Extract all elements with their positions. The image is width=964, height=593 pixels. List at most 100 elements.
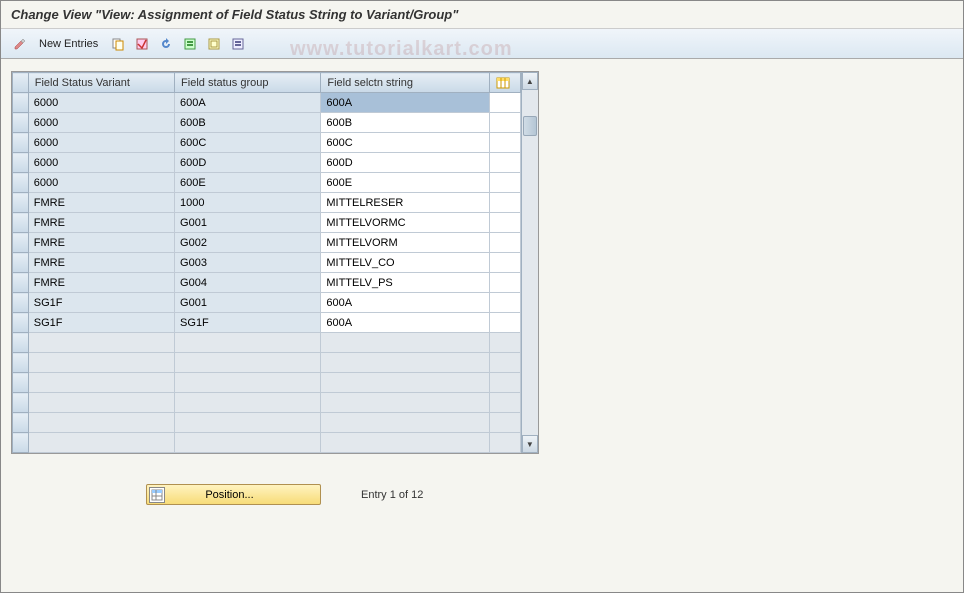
cell-group[interactable]: G003 xyxy=(175,253,321,273)
row-selector[interactable] xyxy=(13,313,29,333)
cell-empty[interactable] xyxy=(490,333,520,353)
copy-icon[interactable] xyxy=(108,34,128,54)
cell-string[interactable]: 600A xyxy=(321,93,490,113)
cell-empty[interactable] xyxy=(490,373,520,393)
cell-empty[interactable] xyxy=(321,373,490,393)
configure-columns-icon[interactable] xyxy=(490,73,520,93)
cell-empty[interactable] xyxy=(490,393,520,413)
row-selector[interactable] xyxy=(13,213,29,233)
grid-corner[interactable] xyxy=(13,73,29,93)
cell-empty[interactable] xyxy=(28,353,174,373)
cell-group[interactable]: G001 xyxy=(175,293,321,313)
cell-group[interactable]: G002 xyxy=(175,233,321,253)
cell-empty[interactable] xyxy=(175,333,321,353)
cell-string[interactable]: 600A xyxy=(321,293,490,313)
cell-string[interactable]: 600E xyxy=(321,173,490,193)
cell-variant[interactable]: SG1F xyxy=(28,293,174,313)
cell-string[interactable]: 600B xyxy=(321,113,490,133)
row-selector[interactable] xyxy=(13,353,29,373)
cell-variant[interactable]: 6000 xyxy=(28,133,174,153)
table-row-empty xyxy=(13,373,521,393)
toggle-display-change-icon[interactable] xyxy=(9,34,29,54)
cell-group[interactable]: G001 xyxy=(175,213,321,233)
row-selector[interactable] xyxy=(13,333,29,353)
cell-string[interactable]: 600D xyxy=(321,153,490,173)
cell-empty[interactable] xyxy=(28,413,174,433)
cell-group[interactable]: 600C xyxy=(175,133,321,153)
cell-variant[interactable]: 6000 xyxy=(28,113,174,133)
cell-empty[interactable] xyxy=(175,413,321,433)
row-selector[interactable] xyxy=(13,273,29,293)
new-entries-button[interactable]: New Entries xyxy=(33,36,104,52)
cell-group[interactable]: 600D xyxy=(175,153,321,173)
cell-empty[interactable] xyxy=(28,393,174,413)
row-selector[interactable] xyxy=(13,293,29,313)
cell-variant[interactable]: 6000 xyxy=(28,173,174,193)
cell-empty[interactable] xyxy=(175,433,321,453)
cell-empty[interactable] xyxy=(321,333,490,353)
vertical-scrollbar[interactable]: ▲ ▼ xyxy=(521,72,538,453)
scroll-thumb[interactable] xyxy=(523,116,537,136)
row-selector[interactable] xyxy=(13,133,29,153)
cell-group[interactable]: 600B xyxy=(175,113,321,133)
scroll-down-arrow[interactable]: ▼ xyxy=(522,435,538,453)
cell-variant[interactable]: 6000 xyxy=(28,153,174,173)
cell-group[interactable]: 600E xyxy=(175,173,321,193)
cell-variant[interactable]: FMRE xyxy=(28,273,174,293)
cell-group[interactable]: G004 xyxy=(175,273,321,293)
row-selector[interactable] xyxy=(13,373,29,393)
cell-group[interactable]: 600A xyxy=(175,93,321,113)
cell-string[interactable]: MITTELV_CO xyxy=(321,253,490,273)
row-selector[interactable] xyxy=(13,233,29,253)
row-selector[interactable] xyxy=(13,253,29,273)
row-selector[interactable] xyxy=(13,193,29,213)
cell-string[interactable]: MITTELVORMC xyxy=(321,213,490,233)
cell-empty[interactable] xyxy=(321,393,490,413)
column-header-group[interactable]: Field status group xyxy=(175,73,321,93)
cell-empty[interactable] xyxy=(321,353,490,373)
cell-empty[interactable] xyxy=(321,433,490,453)
cell-empty[interactable] xyxy=(175,353,321,373)
cell-string[interactable]: MITTELRESER xyxy=(321,193,490,213)
cell-string[interactable]: 600A xyxy=(321,313,490,333)
content-area: Field Status Variant Field status group … xyxy=(1,59,963,517)
row-selector[interactable] xyxy=(13,433,29,453)
cell-variant[interactable]: FMRE xyxy=(28,213,174,233)
cell-empty[interactable] xyxy=(175,393,321,413)
cell-empty[interactable] xyxy=(490,353,520,373)
cell-empty[interactable] xyxy=(28,333,174,353)
cell-variant[interactable]: 6000 xyxy=(28,93,174,113)
cell-empty[interactable] xyxy=(490,413,520,433)
cell-empty[interactable] xyxy=(28,433,174,453)
cell-string[interactable]: MITTELV_PS xyxy=(321,273,490,293)
position-button[interactable]: Position... xyxy=(146,484,321,505)
row-selector[interactable] xyxy=(13,173,29,193)
cell-variant[interactable]: FMRE xyxy=(28,233,174,253)
grid-container: Field Status Variant Field status group … xyxy=(11,71,539,454)
column-header-string[interactable]: Field selctn string xyxy=(321,73,490,93)
cell-string[interactable]: 600C xyxy=(321,133,490,153)
row-selector[interactable] xyxy=(13,113,29,133)
cell-empty[interactable] xyxy=(28,373,174,393)
select-block-icon[interactable] xyxy=(204,34,224,54)
row-selector[interactable] xyxy=(13,413,29,433)
cell-variant[interactable]: FMRE xyxy=(28,193,174,213)
cell-group[interactable]: 1000 xyxy=(175,193,321,213)
cell-string[interactable]: MITTELVORM xyxy=(321,233,490,253)
select-all-icon[interactable] xyxy=(180,34,200,54)
delete-icon[interactable] xyxy=(132,34,152,54)
cell-empty[interactable] xyxy=(321,413,490,433)
scroll-up-arrow[interactable]: ▲ xyxy=(522,72,538,90)
cell-empty[interactable] xyxy=(175,373,321,393)
column-header-variant[interactable]: Field Status Variant xyxy=(28,73,174,93)
cell-variant[interactable]: SG1F xyxy=(28,313,174,333)
undo-icon[interactable] xyxy=(156,34,176,54)
cell-variant[interactable]: FMRE xyxy=(28,253,174,273)
scroll-track[interactable] xyxy=(522,90,538,435)
deselect-all-icon[interactable] xyxy=(228,34,248,54)
row-selector[interactable] xyxy=(13,153,29,173)
row-selector[interactable] xyxy=(13,393,29,413)
row-selector[interactable] xyxy=(13,93,29,113)
cell-empty[interactable] xyxy=(490,433,520,453)
cell-group[interactable]: SG1F xyxy=(175,313,321,333)
